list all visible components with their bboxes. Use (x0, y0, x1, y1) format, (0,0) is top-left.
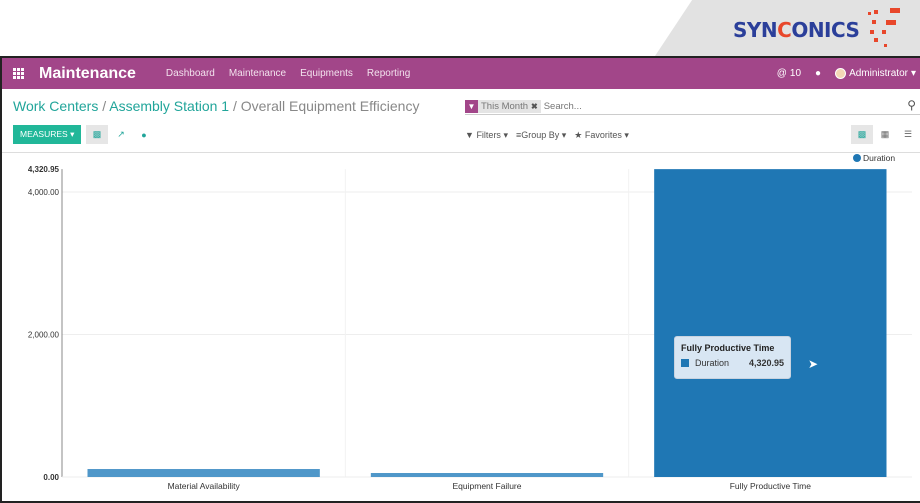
y-tick-label: 2,000.00 (28, 331, 60, 340)
bar-material-availability (87, 469, 320, 477)
legend-label: Duration (863, 153, 895, 163)
chart-tooltip: Fully Productive Time Duration 4,320.95 (674, 336, 791, 379)
tooltip-value: 4,320.95 (748, 358, 784, 368)
bar-chart: 0.00 2,000.00 4,000.00 4,320.95 Material Ava… (28, 153, 912, 491)
tooltip-title: Fully Productive Time (681, 343, 775, 353)
tooltip-series: Duration (695, 358, 730, 368)
x-tick-label: Equipment Failure (453, 481, 522, 491)
y-tick-label: 0.00 (43, 473, 59, 482)
legend-swatch (853, 154, 861, 162)
bar-equipment-failure (370, 473, 604, 477)
y-tick-label: 4,000.00 (28, 188, 60, 197)
bar-fully-productive-time (654, 169, 887, 477)
y-tick-label: 4,320.95 (28, 165, 60, 174)
mouse-cursor-icon: ➤ (808, 357, 819, 371)
tooltip-swatch (681, 359, 689, 367)
x-tick-label: Fully Productive Time (730, 481, 812, 491)
x-tick-label: Material Availability (168, 481, 241, 491)
